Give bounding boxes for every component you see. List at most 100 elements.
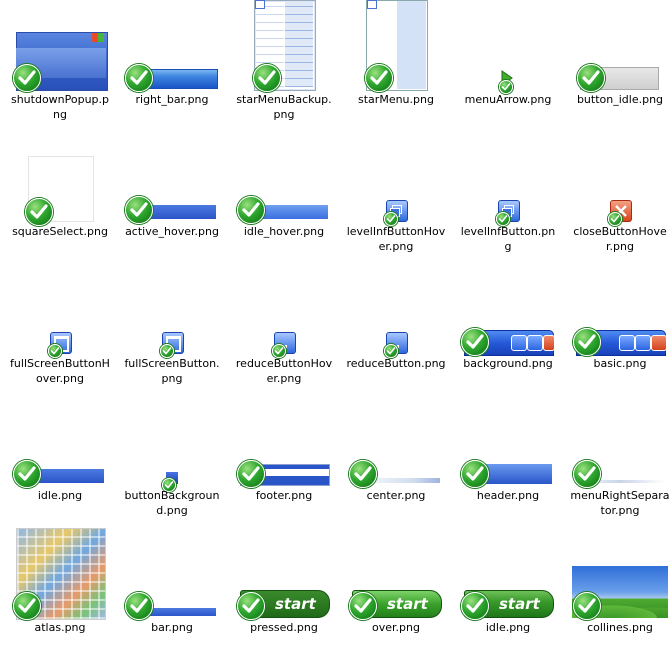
file-item[interactable]: levelInfButton.png: [452, 132, 564, 264]
file-thumbnail: [116, 0, 228, 92]
checkmark-icon: [125, 196, 153, 224]
checkmark-icon: [349, 460, 377, 488]
file-item[interactable]: buttonBackground.png: [116, 396, 228, 528]
checkmark-icon: [577, 64, 605, 92]
file-thumbnail: [340, 396, 452, 488]
file-name: reduceButtonHover.png: [235, 357, 333, 385]
checkmark-icon: [461, 328, 489, 356]
file-thumbnail: [564, 528, 672, 620]
file-thumbnail: [228, 264, 340, 358]
file-item[interactable]: idle_hover.png: [228, 132, 340, 264]
file-item[interactable]: starMenuBackup.png: [228, 0, 340, 132]
file-name: reduceButton.png: [346, 357, 446, 370]
file-item[interactable]: reduceButtonHover.png: [228, 264, 340, 396]
file-thumbnail: [452, 0, 564, 94]
file-item[interactable]: start over.png: [340, 528, 452, 660]
file-name: pressed.png: [250, 621, 318, 634]
file-thumbnail: [228, 396, 340, 488]
file-item[interactable]: basic.png: [564, 264, 672, 396]
file-item[interactable]: active_hover.png: [116, 132, 228, 264]
file-name: starMenu.png: [358, 93, 434, 106]
file-name: buttonBackground.png: [124, 489, 220, 517]
file-item[interactable]: menuArrow.png: [452, 0, 564, 132]
file-name: collines.png: [587, 621, 653, 634]
file-thumbnail: [4, 396, 116, 488]
file-name: levelInfButton.png: [460, 225, 556, 253]
file-name: menuRightSeparator.png: [570, 489, 670, 517]
file-name: menuArrow.png: [464, 93, 552, 106]
file-item[interactable]: idle.png: [4, 396, 116, 528]
checkmark-icon: [573, 460, 601, 488]
checkmark-icon: [25, 198, 53, 226]
file-thumbnail: [564, 264, 672, 356]
file-thumbnail: [452, 132, 564, 226]
checkmark-icon: [349, 592, 377, 620]
file-item[interactable]: shutdownPopup.png: [4, 0, 116, 132]
file-item[interactable]: menuRightSeparator.png: [564, 396, 672, 528]
file-item[interactable]: collines.png: [564, 528, 672, 660]
file-thumbnail: [228, 132, 340, 224]
file-item[interactable]: center.png: [340, 396, 452, 528]
file-item[interactable]: header.png: [452, 396, 564, 528]
file-name: header.png: [476, 489, 540, 502]
checkmark-icon: [125, 592, 153, 620]
file-item[interactable]: squareSelect.png: [4, 132, 116, 264]
file-thumbnail: [116, 396, 228, 492]
file-item[interactable]: background.png: [452, 264, 564, 396]
file-name: fullScreenButton.png: [124, 357, 220, 385]
file-thumbnail: [116, 132, 228, 224]
file-name: starMenuBackup.png: [236, 93, 332, 121]
file-thumbnail: [4, 264, 116, 358]
checkmark-icon: [573, 592, 601, 620]
file-name: atlas.png: [34, 621, 86, 634]
file-thumbnail: [340, 0, 452, 92]
file-thumbnail: start: [452, 528, 564, 620]
file-item[interactable]: atlas.png: [4, 528, 116, 660]
checkmark-icon: [13, 592, 41, 620]
file-thumbnail: [564, 396, 672, 488]
checkmark-icon: [237, 592, 265, 620]
checkmark-icon: [13, 64, 41, 92]
file-thumbnail: [340, 264, 452, 358]
checkmark-icon: [461, 460, 489, 488]
file-item[interactable]: right_bar.png: [116, 0, 228, 132]
file-item[interactable]: fullScreenButton.png: [116, 264, 228, 396]
file-name: idle.png: [485, 621, 531, 634]
file-name: button_idle.png: [576, 93, 664, 106]
file-item[interactable]: footer.png: [228, 396, 340, 528]
file-thumbnail: [340, 132, 452, 226]
file-thumbnail: start: [340, 528, 452, 620]
file-item[interactable]: start pressed.png: [228, 528, 340, 660]
file-thumbnail: [4, 528, 116, 620]
file-item[interactable]: closeButtonHover.png: [564, 132, 672, 264]
file-name: basic.png: [593, 357, 647, 370]
file-thumbnail: [228, 0, 340, 92]
file-name: active_hover.png: [125, 225, 219, 238]
file-thumbnail: [4, 132, 116, 226]
checkmark-icon: [13, 460, 41, 488]
file-item[interactable]: button_idle.png: [564, 0, 672, 132]
file-name: bar.png: [151, 621, 193, 634]
file-item[interactable]: bar.png: [116, 528, 228, 660]
file-name: over.png: [372, 621, 420, 634]
file-item[interactable]: start idle.png: [452, 528, 564, 660]
file-thumbnail: [116, 528, 228, 620]
file-name: footer.png: [255, 489, 313, 502]
file-item[interactable]: starMenu.png: [340, 0, 452, 132]
file-name: idle.png: [37, 489, 83, 502]
checkmark-icon: [125, 64, 153, 92]
file-thumbnail: [452, 396, 564, 488]
file-item[interactable]: levelInfButtonHover.png: [340, 132, 452, 264]
file-name: idle_hover.png: [243, 225, 325, 238]
file-name: center.png: [366, 489, 426, 502]
file-item[interactable]: reduceButton.png: [340, 264, 452, 396]
checkmark-icon: [253, 64, 281, 92]
checkmark-icon: [461, 592, 489, 620]
checkmark-icon: [365, 64, 393, 92]
file-name: squareSelect.png: [12, 225, 108, 238]
file-name: shutdownPopup.png: [10, 93, 110, 121]
file-name: fullScreenButtonHover.png: [10, 357, 110, 385]
file-item[interactable]: fullScreenButtonHover.png: [4, 264, 116, 396]
file-name: background.png: [463, 357, 553, 370]
file-thumbnail: [452, 264, 564, 356]
